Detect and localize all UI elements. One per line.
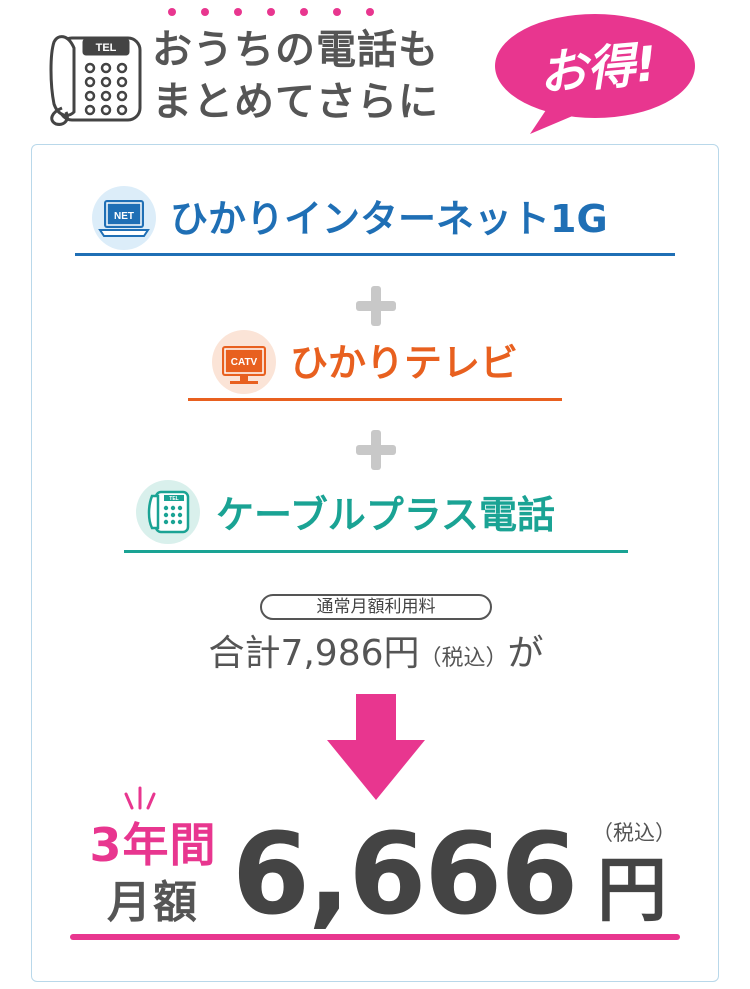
telephone-icon: TEL <box>147 490 190 534</box>
headline-line-2: まとめてさらに <box>152 79 439 125</box>
yen-unit: 円 <box>597 849 667 931</box>
price-underline <box>70 934 680 940</box>
service-tv-underline <box>188 398 562 401</box>
net-icon-circle: NET <box>92 186 156 250</box>
service-tv-label: ひかりテレビ <box>290 341 519 385</box>
tv-icon: CATV <box>222 346 266 384</box>
plus-icon <box>352 426 400 474</box>
tel-icon-text: TEL <box>169 496 178 502</box>
total-prefix: 合計 <box>208 633 281 674</box>
tv-icon-text: CATV <box>231 357 258 368</box>
laptop-icon: NET <box>98 200 150 237</box>
price-tax-note: （税込） <box>592 821 676 845</box>
monthly-price: 6,666 <box>232 810 578 940</box>
tel-label: TEL <box>96 42 117 54</box>
emphasis-dots <box>168 8 376 20</box>
service-internet-underline <box>75 253 675 256</box>
service-internet-label: ひかりインターネット1G <box>170 197 608 241</box>
sparkle-icon <box>124 786 156 810</box>
regular-total: 合計7,986円（税込）が <box>196 630 556 678</box>
down-arrow-icon <box>327 694 425 800</box>
period-label: 3年間 <box>89 818 217 872</box>
telephone-icon: TEL <box>49 35 142 126</box>
headline-line-1: おうちの電話も <box>152 27 439 73</box>
service-phone-underline <box>124 550 628 553</box>
monthly-label: 月額 <box>107 877 199 928</box>
total-amount: 7,986円 <box>280 633 420 674</box>
headline: おうちの電話も まとめてさらに <box>152 24 439 128</box>
tax-note: （税込） <box>419 646 508 671</box>
service-phone-label: ケーブルプラス電話 <box>216 493 555 537</box>
tv-icon-circle: CATV <box>212 330 276 394</box>
net-icon-text: NET <box>114 211 134 222</box>
bubble-text: お得! <box>536 35 660 103</box>
plus-icon <box>352 282 400 330</box>
phone-icon-circle: TEL <box>136 480 200 544</box>
total-suffix: が <box>507 633 544 674</box>
regular-fee-pill: 通常月額利用料 <box>260 594 492 620</box>
